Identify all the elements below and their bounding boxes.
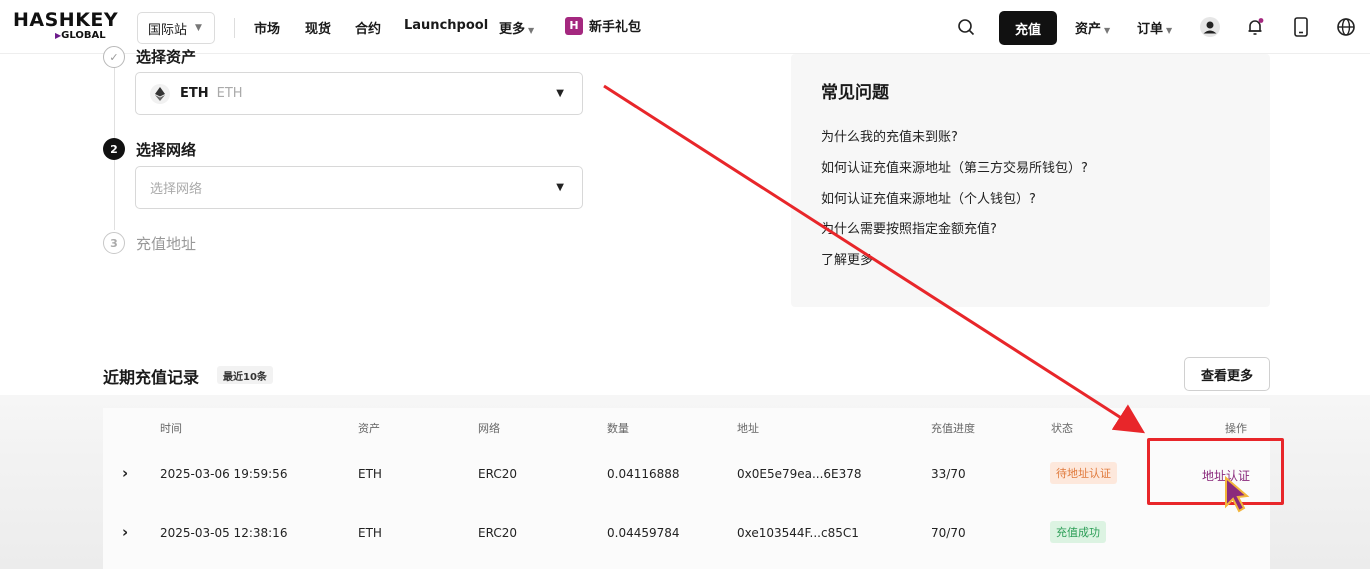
logo-sub-text: GLOBAL: [61, 30, 106, 41]
assets-menu-label: 资产: [1075, 22, 1102, 37]
newbie-gift-link[interactable]: H 新手礼包: [565, 16, 641, 35]
chevron-right-icon[interactable]: ›: [122, 523, 128, 541]
column-header-asset: 资产: [358, 422, 380, 435]
nav-launchpool[interactable]: Launchpool: [404, 18, 488, 33]
search-icon[interactable]: [955, 16, 977, 38]
row2-progress: 70/70: [931, 526, 966, 540]
hashkey-logo[interactable]: HASHKEY ▶GLOBAL: [13, 9, 119, 46]
avatar-icon[interactable]: [1199, 16, 1221, 38]
chevron-down-icon: ▼: [556, 182, 564, 193]
row1-asset: ETH: [358, 467, 382, 481]
faq-item[interactable]: 如何认证充值来源地址（第三方交易所钱包）?: [821, 157, 1088, 176]
row2-address: 0xe103544F...c85C1: [737, 526, 859, 540]
step3-number: 3: [103, 232, 125, 254]
row1-address: 0x0E5e79ea...6E378: [737, 467, 862, 481]
records-title: 近期充值记录: [103, 368, 200, 387]
annotation-highlight-box: [1147, 438, 1284, 505]
step1-check-icon: ✓: [103, 46, 125, 68]
gift-label: 新手礼包: [589, 20, 642, 35]
chevron-down-icon: ▼: [528, 26, 535, 35]
eth-icon: [150, 83, 170, 104]
step1-label: 选择资产: [136, 48, 197, 66]
bell-icon[interactable]: [1244, 16, 1266, 38]
step3-label: 充值地址: [136, 235, 197, 253]
faq-panel: 常见问题 为什么我的充值未到账? 如何认证充值来源地址（第三方交易所钱包）? 如…: [791, 54, 1270, 307]
chevron-down-icon: ▼: [1104, 26, 1111, 35]
assets-menu[interactable]: 资产 ▼: [1075, 18, 1110, 37]
column-header-network: 网络: [478, 422, 500, 435]
column-header-address: 地址: [737, 422, 759, 435]
chevron-down-icon: ▼: [195, 23, 202, 33]
row2-time: 2025-03-05 12:38:16: [160, 526, 288, 540]
faq-item[interactable]: 如何认证充值来源地址（个人钱包）?: [821, 188, 1036, 207]
row2-asset: ETH: [358, 526, 382, 540]
asset-select[interactable]: ETH ETH ▼: [135, 72, 583, 115]
column-header-action: 操作: [1225, 422, 1247, 435]
chevron-down-icon: ▼: [556, 88, 564, 99]
mobile-app-icon[interactable]: [1290, 16, 1312, 38]
step2-label: 选择网络: [136, 141, 197, 159]
asset-name: ETH: [216, 86, 243, 101]
row2-amount: 0.04459784: [607, 526, 680, 540]
nav-market[interactable]: 市场: [254, 18, 280, 37]
globe-icon[interactable]: [1335, 16, 1357, 38]
column-header-status: 状态: [1051, 422, 1073, 435]
status-badge-pending: 待地址认证: [1050, 462, 1117, 484]
faq-item[interactable]: 为什么我的充值未到账?: [821, 126, 958, 145]
faq-learn-more-link[interactable]: 了解更多: [821, 249, 873, 268]
orders-menu-label: 订单: [1137, 22, 1164, 37]
top-nav-bar: HASHKEY ▶GLOBAL 国际站 ▼ 市场 现货 合约 Launchpoo…: [0, 0, 1370, 54]
nav-spot[interactable]: 现货: [305, 18, 331, 37]
records-count-badge: 最近10条: [217, 366, 273, 384]
asset-code: ETH: [180, 86, 209, 101]
view-more-button[interactable]: 查看更多: [1184, 357, 1270, 391]
faq-title: 常见问题: [821, 83, 889, 103]
column-header-progress: 充值进度: [931, 422, 975, 435]
gift-icon: H: [565, 16, 583, 35]
column-header-time: 时间: [160, 422, 182, 435]
row1-amount: 0.04116888: [607, 467, 680, 481]
step2-number: 2: [103, 138, 125, 160]
site-selector-label: 国际站: [148, 22, 188, 38]
column-header-amount: 数量: [607, 422, 629, 435]
faq-item[interactable]: 为什么需要按照指定金额充值?: [821, 218, 997, 237]
row2-network: ERC20: [478, 526, 517, 540]
deposit-records-table: [103, 408, 1270, 569]
logo-main-text: HASHKEY: [13, 9, 119, 31]
network-placeholder: 选择网络: [150, 182, 203, 197]
row1-progress: 33/70: [931, 467, 966, 481]
deposit-button[interactable]: 充值: [999, 11, 1057, 45]
row1-network: ERC20: [478, 467, 517, 481]
header-divider: [234, 18, 235, 38]
chevron-down-icon: ▼: [1166, 26, 1173, 35]
nav-more[interactable]: 更多 ▼: [499, 18, 534, 37]
site-selector[interactable]: 国际站 ▼: [137, 12, 215, 44]
status-badge-success: 充值成功: [1050, 521, 1106, 543]
orders-menu[interactable]: 订单 ▼: [1137, 18, 1172, 37]
nav-more-label: 更多: [499, 22, 526, 37]
network-select[interactable]: 选择网络 ▼: [135, 166, 583, 209]
nav-futures[interactable]: 合约: [355, 18, 381, 37]
chevron-right-icon[interactable]: ›: [122, 464, 128, 482]
row1-time: 2025-03-06 19:59:56: [160, 467, 288, 481]
